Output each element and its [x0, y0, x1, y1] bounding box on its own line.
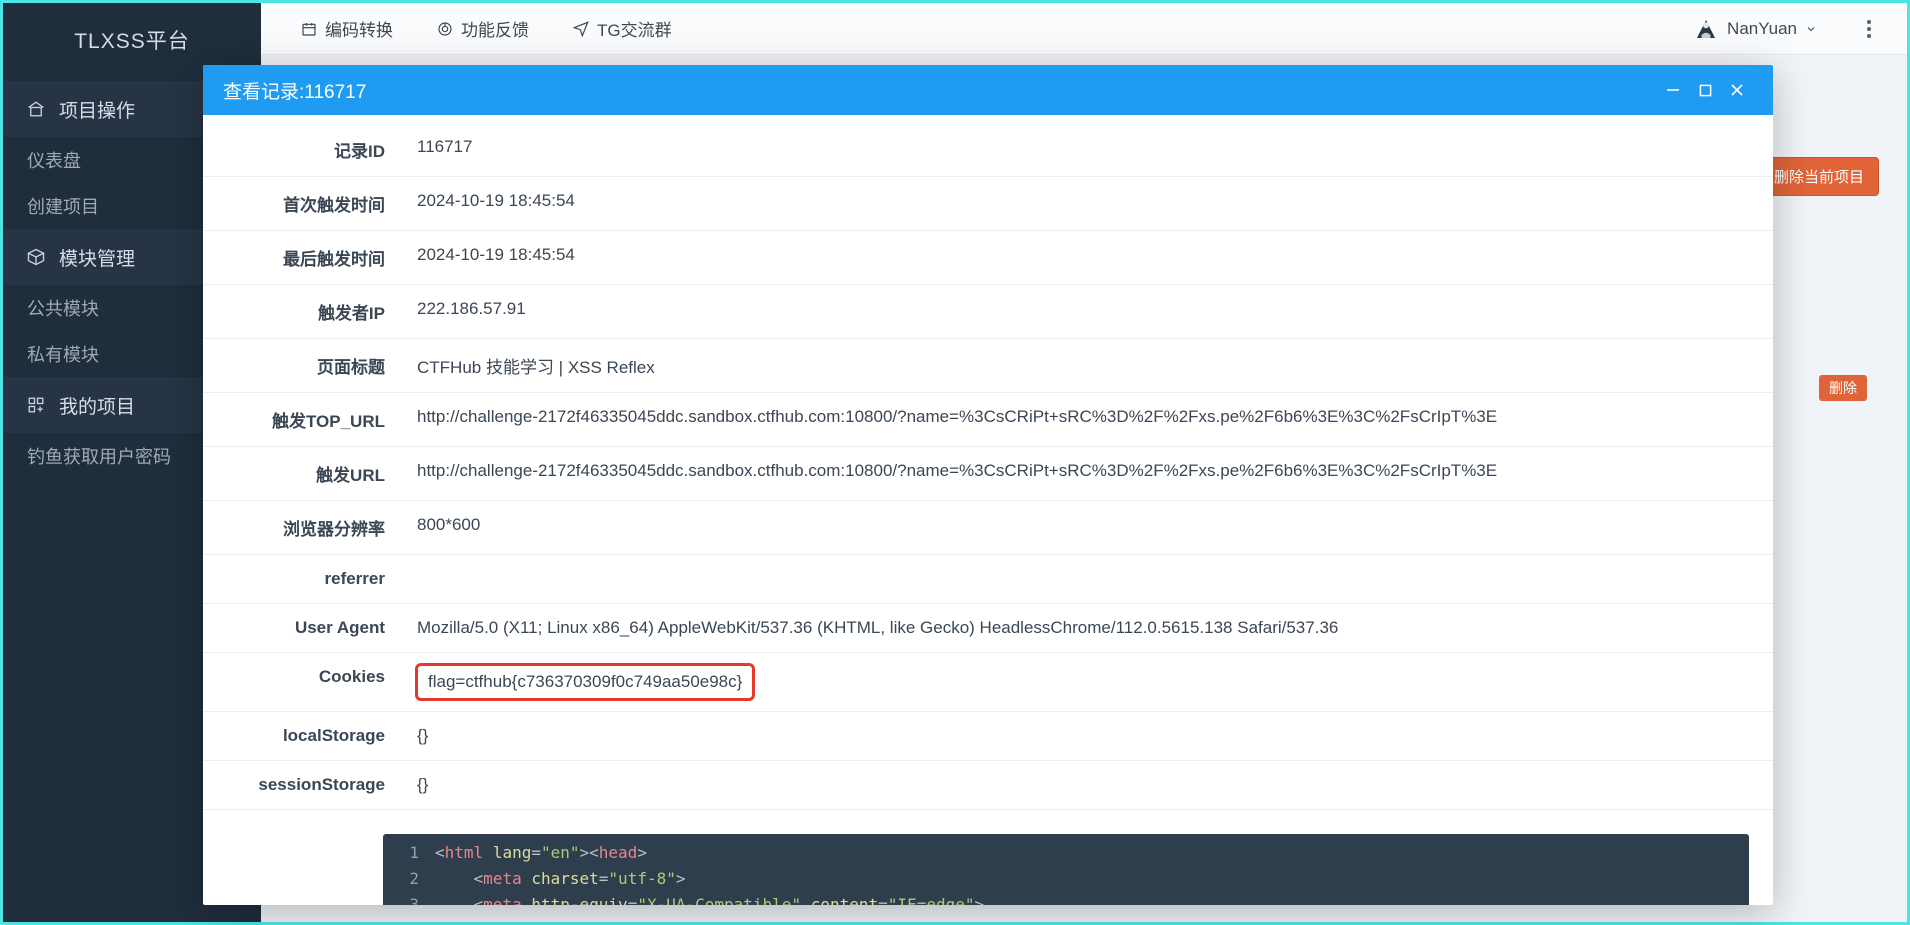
detail-row: 记录ID116717 — [203, 123, 1773, 177]
modal-header: 查看记录:116717 — [203, 65, 1773, 115]
detail-value: 2024-10-19 18:45:54 — [403, 177, 1773, 230]
avatar-icon — [1693, 16, 1719, 42]
detail-label: 触发者IP — [203, 285, 403, 338]
detail-label: sessionStorage — [203, 761, 403, 809]
detail-value: flag=ctfhub{c736370309f0c749aa50e98c} — [403, 653, 1773, 711]
detail-row: referrer — [203, 555, 1773, 604]
topbar: 编码转换 功能反馈 TG交流群 NanYuan — [261, 3, 1907, 55]
detail-label: 最后触发时间 — [203, 231, 403, 284]
code-line: 2 <meta charset="utf-8"> — [383, 866, 1749, 892]
html-source-viewer[interactable]: 1<html lang="en"><head>2 <meta charset="… — [383, 834, 1749, 905]
modal-body[interactable]: 记录ID116717首次触发时间2024-10-19 18:45:54最后触发时… — [203, 115, 1773, 905]
topnav-encode[interactable]: 编码转换 — [301, 16, 393, 41]
detail-label: 触发URL — [203, 447, 403, 500]
detail-value: CTFHub 技能学习 | XSS Reflex — [403, 339, 1773, 392]
detail-value: 2024-10-19 18:45:54 — [403, 231, 1773, 284]
detail-value: Mozilla/5.0 (X11; Linux x86_64) AppleWeb… — [403, 604, 1773, 652]
line-number: 3 — [383, 892, 435, 905]
home-icon — [27, 100, 45, 118]
detail-value: 800*600 — [403, 501, 1773, 554]
topnav-label: 编码转换 — [325, 16, 393, 41]
line-number: 2 — [383, 866, 435, 892]
detail-label: 首次触发时间 — [203, 177, 403, 230]
modal-title: 查看记录:116717 — [223, 77, 1657, 104]
detail-value: 222.186.57.91 — [403, 285, 1773, 338]
detail-label: 页面标题 — [203, 339, 403, 392]
detail-row: User AgentMozilla/5.0 (X11; Linux x86_64… — [203, 604, 1773, 653]
detail-label: Cookies — [203, 653, 403, 711]
user-menu[interactable]: NanYuan — [1693, 16, 1817, 42]
code-content: <meta charset="utf-8"> — [435, 866, 1749, 892]
code-content: <html lang="en"><head> — [435, 840, 1749, 866]
detail-value: 116717 — [403, 123, 1773, 176]
chevron-down-icon — [1805, 23, 1817, 35]
detail-label: referrer — [203, 555, 403, 603]
topnav-label: 功能反馈 — [461, 16, 529, 41]
cube-icon — [27, 248, 45, 266]
detail-row: 浏览器分辨率800*600 — [203, 501, 1773, 555]
maximize-button[interactable] — [1689, 74, 1721, 106]
detail-row: 触发者IP222.186.57.91 — [203, 285, 1773, 339]
minimize-button[interactable] — [1657, 74, 1689, 106]
send-icon — [573, 21, 589, 37]
more-menu[interactable] — [1861, 14, 1877, 44]
line-number: 1 — [383, 840, 435, 866]
detail-value — [403, 555, 1773, 603]
row-delete-badge[interactable]: 删除 — [1819, 375, 1867, 401]
sidebar-label: 模块管理 — [59, 244, 135, 271]
detail-row: localStorage{} — [203, 712, 1773, 761]
detail-label: localStorage — [203, 712, 403, 760]
apps-icon — [27, 396, 45, 414]
code-content: <meta http-equiv="X-UA-Compatible" conte… — [435, 892, 1749, 905]
highlighted-value: flag=ctfhub{c736370309f0c749aa50e98c} — [415, 663, 755, 701]
sidebar-label: 我的项目 — [59, 392, 135, 419]
detail-label: 浏览器分辨率 — [203, 501, 403, 554]
radar-icon — [437, 21, 453, 37]
detail-row: 首次触发时间2024-10-19 18:45:54 — [203, 177, 1773, 231]
topnav-tg[interactable]: TG交流群 — [573, 16, 672, 41]
button-label: 删除当前项目 — [1774, 166, 1864, 187]
code-line: 1<html lang="en"><head> — [383, 840, 1749, 866]
topnav-feedback[interactable]: 功能反馈 — [437, 16, 529, 41]
detail-row: 触发URLhttp://challenge-2172f46335045ddc.s… — [203, 447, 1773, 501]
detail-row: Cookies flag=ctfhub{c736370309f0c749aa50e… — [203, 653, 1773, 712]
detail-value: {} — [403, 761, 1773, 809]
detail-value: http://challenge-2172f46335045ddc.sandbo… — [403, 447, 1773, 500]
detail-row: 最后触发时间2024-10-19 18:45:54 — [203, 231, 1773, 285]
detail-row: 页面标题CTFHub 技能学习 | XSS Reflex — [203, 339, 1773, 393]
detail-value: {} — [403, 712, 1773, 760]
detail-row: 触发TOP_URLhttp://challenge-2172f46335045d… — [203, 393, 1773, 447]
user-name: NanYuan — [1727, 19, 1797, 39]
code-line: 3 <meta http-equiv="X-UA-Compatible" con… — [383, 892, 1749, 905]
topnav-label: TG交流群 — [597, 16, 672, 41]
detail-label: 记录ID — [203, 123, 403, 176]
detail-value: http://challenge-2172f46335045ddc.sandbo… — [403, 393, 1773, 446]
detail-row: sessionStorage{} — [203, 761, 1773, 810]
sidebar-label: 项目操作 — [59, 96, 135, 123]
detail-label: User Agent — [203, 604, 403, 652]
close-button[interactable] — [1721, 74, 1753, 106]
calendar-icon — [301, 21, 317, 37]
detail-label: 触发TOP_URL — [203, 393, 403, 446]
record-detail-modal: 查看记录:116717 记录ID116717首次触发时间2024-10-19 1… — [203, 65, 1773, 905]
